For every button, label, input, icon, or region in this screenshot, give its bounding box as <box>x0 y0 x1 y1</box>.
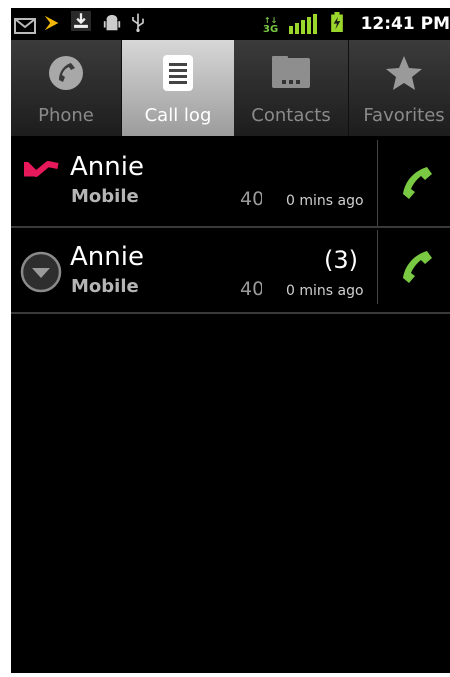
call-icon <box>403 167 432 199</box>
missed-call-icon <box>24 161 59 177</box>
tab-label: Call log <box>144 105 212 126</box>
phone-number: 408 <box>240 278 262 300</box>
usb-icon <box>132 13 144 32</box>
tab-label: Contacts <box>251 105 331 126</box>
tab-call-log[interactable]: Call log <box>122 40 234 136</box>
tab-favorites[interactable]: Favorites <box>349 40 450 136</box>
call-time: 0 mins ago <box>286 193 364 209</box>
list-divider <box>11 312 450 314</box>
row-divider <box>377 140 378 226</box>
status-time: 12:41 PM <box>360 14 450 34</box>
call-count: (3) <box>324 246 358 274</box>
call-button[interactable] <box>391 152 441 212</box>
android-debug-icon <box>103 14 121 31</box>
number-type: Mobile <box>71 276 139 297</box>
contact-name: Annie <box>70 242 144 272</box>
tab-phone[interactable]: Phone <box>11 40 121 136</box>
call-log-row[interactable]: Annie Mobile 408 0 mins ago <box>11 138 450 229</box>
call-log-icon <box>163 55 193 91</box>
3g-icon: ↑↓ 3G <box>263 16 279 35</box>
call-icon <box>403 251 432 283</box>
signal-icon <box>289 14 317 34</box>
call-time: 0 mins ago <box>286 283 364 299</box>
tab-bar: Phone Call log Contacts Favorites <box>11 40 450 136</box>
tab-contacts[interactable]: Contacts <box>234 40 348 136</box>
phone-icon <box>49 56 83 90</box>
gmail-icon <box>14 18 36 34</box>
screen: ↑↓ 3G 12:41 PM Phone Call log Contacts F… <box>11 8 450 673</box>
row-divider <box>377 230 378 304</box>
sprint-icon <box>44 15 59 31</box>
tab-label: Phone <box>38 105 94 126</box>
tab-label: Favorites <box>363 105 445 126</box>
expand-icon[interactable] <box>19 250 63 294</box>
battery-charging-icon <box>331 12 343 32</box>
contact-name: Annie <box>70 152 144 182</box>
call-log-row[interactable]: Annie (3) Mobile 408 0 mins ago <box>11 228 450 319</box>
status-bar: ↑↓ 3G 12:41 PM <box>11 8 450 40</box>
contacts-icon <box>272 56 310 88</box>
star-icon <box>386 56 422 90</box>
number-type: Mobile <box>71 186 139 207</box>
download-icon <box>71 11 91 31</box>
phone-number: 408 <box>240 188 262 210</box>
call-button[interactable] <box>391 236 441 296</box>
